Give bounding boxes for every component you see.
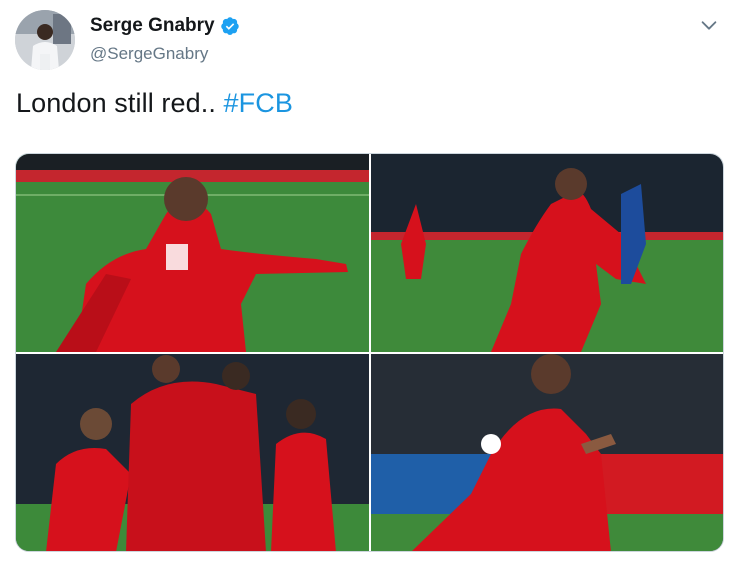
- author-handle[interactable]: @SergeGnabry: [90, 44, 208, 64]
- media-grid: [15, 153, 724, 552]
- avatar-image: [15, 10, 75, 70]
- tweet-text: London still red.. #FCB: [16, 88, 293, 119]
- author-display-name[interactable]: Serge Gnabry: [90, 15, 215, 37]
- verified-badge-icon: [220, 17, 239, 35]
- photo-1[interactable]: [16, 154, 369, 352]
- celebration-photo-3: [16, 354, 369, 551]
- photo-2[interactable]: [371, 154, 723, 352]
- chevron-down-icon[interactable]: [698, 14, 720, 36]
- photo-3[interactable]: [16, 354, 369, 551]
- celebration-photo-1: [16, 154, 369, 352]
- photo-4[interactable]: [371, 354, 723, 551]
- tweet-body: London still red..: [16, 88, 224, 118]
- hashtag-link[interactable]: #FCB: [224, 88, 293, 118]
- celebration-photo-4: [371, 354, 723, 551]
- celebration-photo-2: [371, 154, 723, 352]
- author-avatar[interactable]: [15, 10, 75, 70]
- author-name-row: Serge Gnabry: [90, 15, 240, 37]
